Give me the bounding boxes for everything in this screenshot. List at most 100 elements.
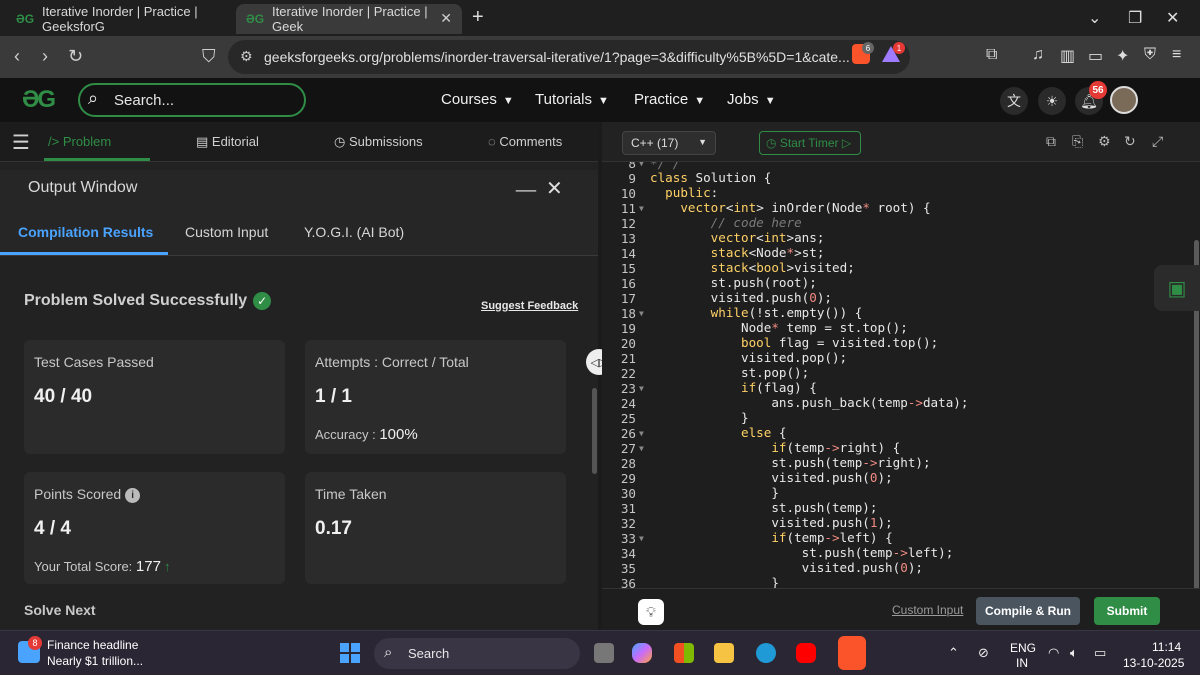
fold-arrow-icon[interactable]: ▼ — [639, 309, 644, 318]
forward-icon[interactable]: › — [42, 46, 48, 67]
chevron-down-icon[interactable]: ⌄ — [1088, 8, 1101, 28]
custom-input-link[interactable]: Custom Input — [892, 603, 963, 617]
code-line: visited.push(0); — [650, 470, 893, 485]
line-number: 25 — [620, 411, 636, 426]
browser-tab-2-active[interactable]: ƏG Iterative Inorder | Practice | Geek ✕ — [236, 4, 462, 34]
fullscreen-icon[interactable]: ⤢ — [1152, 133, 1163, 150]
bookmark-icon[interactable]: ⛉ — [202, 46, 216, 67]
document-icon: ▤ — [196, 134, 212, 149]
close-tab-icon[interactable]: ✕ — [440, 10, 452, 27]
close-window-icon[interactable]: ✕ — [1166, 8, 1179, 28]
refresh-icon[interactable]: ↻ — [1124, 133, 1136, 150]
tab-comments[interactable]: ◌ Comments — [488, 134, 562, 149]
code-line: ans.push_back(temp->data); — [650, 395, 969, 410]
menu-practice[interactable]: Practice ▼ — [634, 91, 705, 108]
windows-start-icon[interactable] — [340, 643, 360, 663]
fold-arrow-icon[interactable]: ▼ — [639, 384, 644, 393]
tab-editorial[interactable]: ▤ Editorial — [196, 134, 259, 150]
copilot-icon[interactable] — [632, 643, 652, 663]
youtube-icon[interactable] — [796, 643, 816, 663]
user-avatar[interactable] — [1110, 86, 1138, 114]
submit-button[interactable]: Submit — [1094, 597, 1160, 625]
settings-icon[interactable]: ⚙ — [1098, 133, 1111, 150]
theme-toggle-icon[interactable]: ☀ — [1038, 87, 1066, 115]
taskbar-search[interactable]: ⌕ Search — [374, 638, 580, 669]
info-icon[interactable]: i — [125, 487, 141, 503]
start-timer-button[interactable]: ◷ Start Timer ▷ — [759, 131, 861, 155]
fold-arrow-icon[interactable]: ▼ — [639, 204, 644, 213]
back-icon[interactable]: ‹ — [14, 46, 20, 67]
address-bar[interactable]: ⚙ geeksforgeeks.org/problems/inorder-tra… — [228, 40, 910, 74]
code-editor-panel: C++ (17) ▼ ◷ Start Timer ▷ ⧉ ⎘ ⚙ ↻ ⤢ 8 ▼ 9 1… — [602, 122, 1200, 630]
language-select[interactable]: C++ (17) ▼ — [622, 131, 716, 155]
test-cases-card: Test Cases Passed 40 / 40 — [24, 340, 285, 454]
fold-arrow-icon[interactable]: ▼ — [639, 162, 644, 168]
code-line: stack<Node*>st; — [710, 245, 825, 260]
wifi-icon[interactable]: ◠ — [1048, 645, 1059, 661]
chat-icon[interactable]: ▣ — [1154, 265, 1200, 311]
browser-tab-1[interactable]: ƏG Iterative Inorder | Practice | Geeksf… — [6, 4, 232, 34]
line-number: 35 — [620, 561, 636, 576]
network-off-icon[interactable]: ⊘ — [978, 645, 989, 661]
tab-submissions[interactable]: ◷ Submissions — [334, 134, 423, 150]
sidebar-toggle-icon[interactable]: ▥ — [1060, 46, 1075, 66]
clock-time[interactable]: 11:14 — [1152, 640, 1181, 654]
line-number: 8 — [628, 162, 636, 171]
menu-tutorials[interactable]: Tutorials ▼ — [535, 91, 609, 108]
screenshot-icon[interactable]: ⧉ — [986, 46, 997, 64]
close-icon[interactable]: ✕ — [546, 176, 563, 201]
code-line: st.push(root); — [650, 275, 817, 290]
site-header: ƏG ⌕ Search... Courses ▼ Tutorials ▼ Pract… — [0, 78, 1200, 122]
task-view-icon[interactable] — [594, 643, 614, 663]
news-subtext[interactable]: Nearly $1 trillion... — [47, 654, 143, 668]
leo-ai-icon[interactable]: ✦ — [1116, 46, 1129, 66]
fold-arrow-icon[interactable]: ▼ — [639, 429, 644, 438]
brave-browser-icon[interactable] — [838, 636, 866, 670]
url-text: geeksforgeeks.org/problems/inorder-trave… — [264, 49, 850, 65]
tab-compilation-results[interactable]: Compilation Results — [18, 224, 153, 240]
reload-icon[interactable]: ↻ — [68, 46, 83, 67]
suggest-feedback-link[interactable]: Suggest Feedback — [481, 300, 578, 312]
site-settings-icon[interactable]: ⚙ — [240, 48, 253, 65]
chevron-down-icon: ▼ — [502, 95, 514, 107]
input-region[interactable]: IN — [1016, 656, 1028, 670]
wallet-icon[interactable]: ▭ — [1088, 46, 1103, 66]
code-line: visited.push(1); — [650, 515, 893, 530]
output-scrollbar[interactable] — [592, 388, 597, 474]
menu-courses[interactable]: Courses ▼ — [441, 91, 514, 108]
gfg-logo[interactable]: ƏG — [22, 86, 56, 114]
copy-icon[interactable]: ⧉ — [1046, 133, 1056, 150]
line-number: 11 — [620, 201, 636, 216]
vpn-icon[interactable]: ⛨ — [1144, 46, 1156, 64]
tab-problem[interactable]: /> Problem — [48, 134, 111, 149]
site-search-input[interactable]: ⌕ Search... — [78, 83, 306, 117]
reset-icon[interactable]: ⎘ — [1072, 133, 1083, 150]
fold-arrow-icon[interactable]: ▼ — [639, 534, 644, 543]
menu-jobs[interactable]: Jobs ▼ — [727, 91, 776, 108]
restore-window-icon[interactable]: ❐ — [1128, 8, 1142, 28]
news-headline[interactable]: Finance headline — [47, 638, 138, 652]
edge-icon[interactable] — [756, 643, 776, 663]
tab-custom-input[interactable]: Custom Input — [185, 224, 268, 240]
menu-icon[interactable]: ≡ — [1172, 46, 1181, 64]
file-explorer-icon[interactable] — [714, 643, 734, 663]
hamburger-menu-icon[interactable]: ☰ — [12, 130, 30, 155]
clock-date[interactable]: 13-10-2025 — [1123, 656, 1184, 670]
fold-arrow-icon[interactable]: ▼ — [639, 444, 644, 453]
store-icon[interactable] — [674, 643, 694, 663]
tab-yogi-ai-bot[interactable]: Y.O.G.I. (AI Bot) — [304, 224, 404, 240]
new-tab-button[interactable]: + — [472, 6, 484, 29]
chevron-up-icon[interactable]: ⌃ — [948, 645, 959, 661]
minimize-icon[interactable]: __ — [516, 172, 536, 193]
music-icon[interactable]: ♫ — [1032, 46, 1044, 64]
compile-run-button[interactable]: Compile & Run — [976, 597, 1080, 625]
shield-count-badge: 6 — [862, 42, 874, 54]
active-tab-indicator — [44, 158, 150, 161]
code-area[interactable]: 8 ▼ 9 10 11 ▼ 12 13 14 15 16 17 18 ▼ 19 20 21 22 23 ▼ 24 25 26… — [602, 162, 1192, 588]
lightbulb-hint-icon[interactable]: 💡︎ — [638, 599, 664, 625]
browser-toolbar: ‹ › ↻ ⛉ ⚙ geeksforgeeks.org/problems/ino… — [0, 36, 1200, 78]
translate-icon[interactable]: 文 — [1000, 87, 1028, 115]
volume-icon[interactable]: 🔈︎ — [1070, 645, 1078, 661]
battery-icon[interactable]: ▭ — [1094, 645, 1106, 661]
input-language[interactable]: ENG — [1010, 641, 1036, 655]
